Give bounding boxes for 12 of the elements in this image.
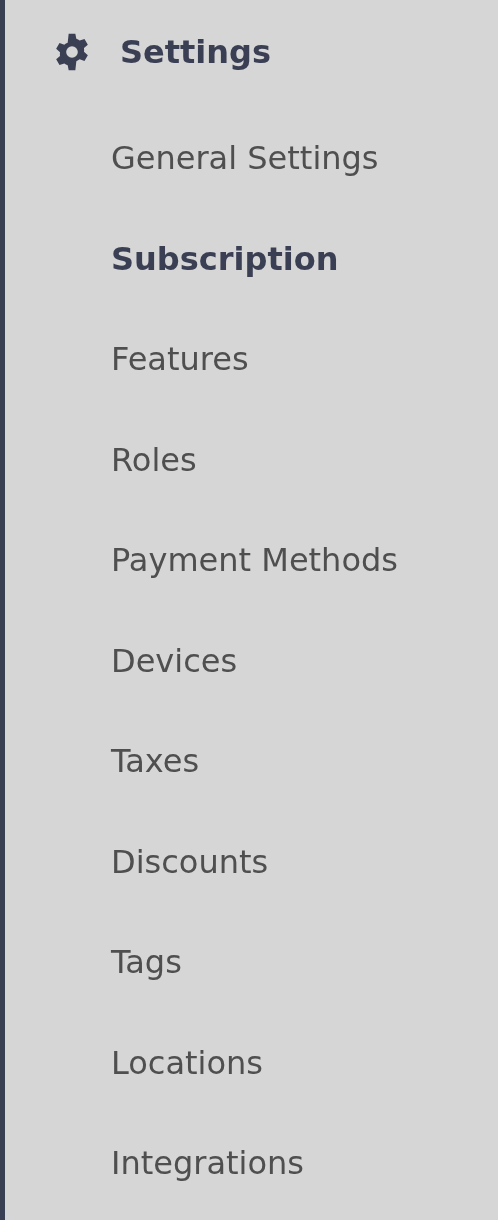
menu-link[interactable]: Locations [111, 1038, 263, 1087]
menu-link[interactable]: Tags [111, 938, 182, 987]
section-title: Settings [120, 32, 272, 73]
menu-link[interactable]: Payment Methods [111, 536, 398, 585]
menu-link[interactable]: Taxes [111, 737, 200, 786]
menu-link[interactable]: General Settings [111, 134, 379, 183]
menu-link[interactable]: Roles [111, 435, 197, 484]
menu-link[interactable]: Devices [111, 636, 238, 685]
menu-link[interactable]: Integrations [111, 1139, 304, 1188]
menu-link[interactable]: Features [111, 335, 249, 384]
menu-link[interactable]: Subscription [111, 234, 339, 283]
menu-link[interactable]: Discounts [111, 837, 269, 886]
